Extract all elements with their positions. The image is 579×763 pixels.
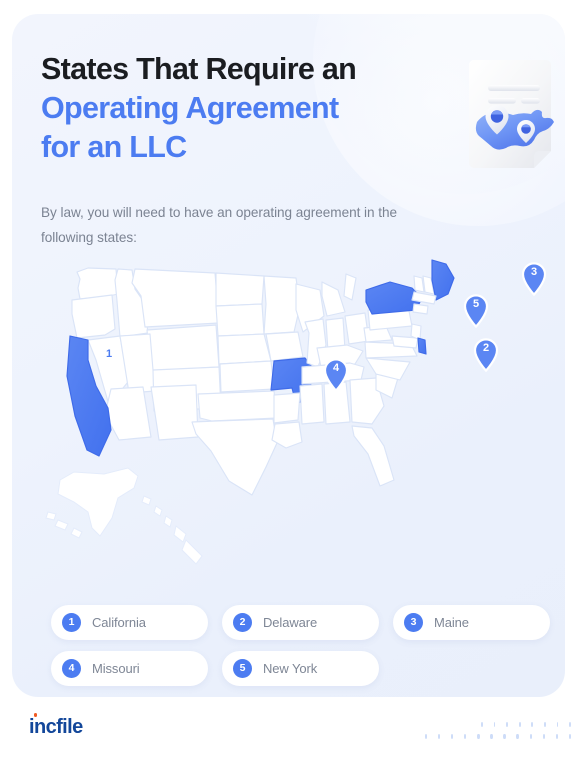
legend-label: Missouri — [92, 661, 140, 676]
legend-label: Delaware — [263, 615, 318, 630]
legend-item-maine[interactable]: 3 Maine — [393, 605, 550, 640]
infographic-root: States That Require an Operating Agreeme… — [0, 0, 579, 763]
infographic-card: States That Require an Operating Agreeme… — [12, 14, 565, 697]
map-pin-missouri[interactable]: 4 — [323, 358, 349, 392]
dot-row — [425, 734, 571, 739]
map-pin-california[interactable]: 1 — [96, 344, 122, 378]
title-line-3: for an LLC — [41, 130, 187, 164]
legend-badge: 4 — [62, 659, 81, 678]
title-line-2: Operating Agreement — [41, 91, 339, 125]
legend-list: 1 California 2 Delaware 3 Maine 4 Missou… — [51, 605, 551, 686]
map-pin-number: 4 — [333, 362, 339, 374]
legend-label: Maine — [434, 615, 469, 630]
map-pin-number: 5 — [473, 298, 479, 310]
decorative-dot-pattern — [411, 722, 571, 748]
map-pin-delaware[interactable]: 2 — [473, 338, 499, 372]
legend-badge: 5 — [233, 659, 252, 678]
map-pin-number: 1 — [106, 348, 112, 360]
map-pin-new-york[interactable]: 5 — [463, 294, 489, 328]
map-pin-number: 2 — [483, 342, 489, 354]
subtitle: By law, you will need to have an operati… — [41, 205, 398, 245]
document-with-us-map-pins-icon — [456, 50, 565, 176]
map-pin-number: 3 — [531, 266, 537, 278]
legend-item-new-york[interactable]: 5 New York — [222, 651, 379, 686]
dot-row — [481, 722, 571, 727]
logo-dot-icon — [33, 713, 38, 717]
map-pin-maine[interactable]: 3 — [521, 262, 547, 296]
title-line-1: States That Require an — [41, 52, 357, 86]
legend-label: New York — [263, 661, 318, 676]
legend-badge: 2 — [233, 613, 252, 632]
united-states-map: 1 2 3 4 5 — [30, 244, 549, 584]
legend-badge: 1 — [62, 613, 81, 632]
legend-label: California — [92, 615, 146, 630]
legend-item-delaware[interactable]: 2 Delaware — [222, 605, 379, 640]
legend-item-missouri[interactable]: 4 Missouri — [51, 651, 208, 686]
legend-item-california[interactable]: 1 California — [51, 605, 208, 640]
incfile-logo[interactable]: incfile — [29, 713, 83, 739]
legend-badge: 3 — [404, 613, 423, 632]
page-title: States That Require an Operating Agreeme… — [41, 50, 461, 167]
logo-text: incfile — [29, 716, 83, 738]
